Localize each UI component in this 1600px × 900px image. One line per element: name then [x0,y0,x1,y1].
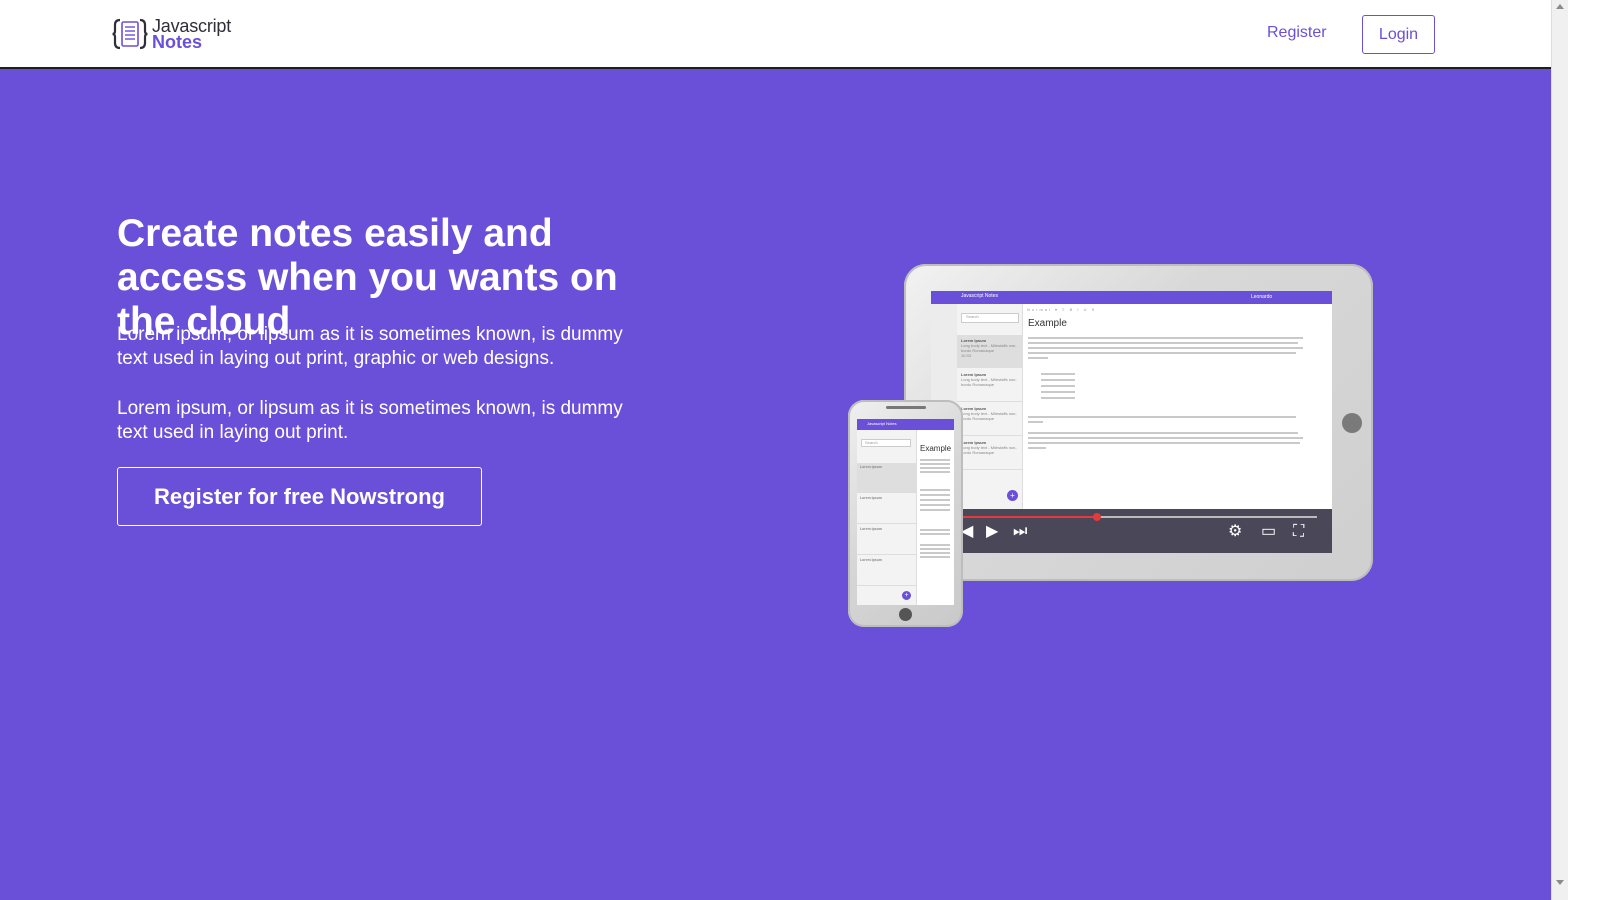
phone-note-title: Lorem Ipsum [860,496,882,500]
skip-forward-icon: ⏭ [1013,523,1028,540]
bullet-line [1041,373,1075,375]
bullet-line [1041,397,1075,399]
tablet-app-brand: Javascript Notes [961,293,998,299]
site-header: Javascript Notes Register Login [0,0,1551,69]
text-line [1028,447,1046,449]
tablet-screen: Javascript Notes Leonardo Search Lorem I… [931,291,1332,553]
page-scrollbar[interactable] [1551,0,1568,900]
phone-mockup: Javascript Notes Search Lorem Ipsum Lore… [848,400,963,627]
hero-paragraph-2: Lorem ipsum, or lipsum as it is sometime… [117,398,623,443]
hero-section: Create notes easily and access when you … [0,69,1551,900]
text-line [920,509,950,511]
text-line [1028,352,1296,354]
phone-note-item: Lorem Ipsum [857,463,917,493]
logo-line2: Notes [152,32,203,52]
logo-text: Javascript Notes [152,17,231,52]
phone-app-search: Search [861,439,911,447]
tablet-editor-toolbar: Normal ▾ ≡ B I U S [1027,307,1097,312]
phone-note-title: Lorem Ipsum [860,527,882,531]
video-progress-knob [1093,513,1101,521]
bullet-line [1041,379,1075,381]
text-line [1028,337,1303,339]
tablet-note-body: Long body text - Milestaffs non-bordo Ro… [961,445,1017,455]
phone-note-item: Lorem Ipsum [857,525,917,555]
login-button[interactable]: Login [1362,15,1435,54]
text-line [920,471,950,473]
text-line [920,494,950,496]
bullet-line [1041,391,1075,393]
tablet-note-item: Lorem Ipsum Long body text - Milestaffs … [957,335,1023,368]
theater-mode-icon: ▭ [1261,523,1277,540]
bullet-line [1041,385,1075,387]
tablet-editor-title: Example [1028,318,1067,329]
tablet-note-item: Lorem Ipsum Long body text - Milestaffs … [957,403,1023,436]
text-line [920,504,950,506]
phone-note-item: Lorem Ipsum [857,494,917,524]
text-line [1028,432,1298,434]
text-line [1028,357,1048,359]
tablet-add-note-icon: + [1007,490,1018,501]
register-link[interactable]: Register [1267,24,1327,42]
text-line [920,548,950,550]
tablet-note-item: Lorem Ipsum Long body text - Milestaffs … [957,437,1023,470]
video-progress-fill [961,516,1096,518]
phone-add-note-icon: + [902,591,911,600]
tablet-camera [1342,413,1362,433]
tablet-note-body: Long body text - Milestaffs non-bordo Ro… [961,377,1017,387]
text-line [920,556,950,558]
tablet-app-search: Search [961,313,1019,323]
tablet-app-user: Leonardo [1251,294,1273,300]
phone-home-button [899,608,912,621]
text-line [1028,437,1303,439]
scroll-down-arrow-icon[interactable] [1556,880,1564,885]
logo[interactable]: Javascript Notes [112,16,231,52]
text-line [1028,347,1303,349]
text-line [920,533,950,535]
tablet-note-item: Lorem Ipsum Long body text - Milestaffs … [957,369,1023,402]
scroll-up-arrow-icon[interactable] [1556,4,1564,9]
text-line [1028,342,1298,344]
text-line [1028,442,1300,444]
phone-note-item: Lorem Ipsum [857,556,917,586]
hero-paragraph-1: Lorem ipsum, or lipsum as it is sometime… [117,324,623,369]
text-line [920,552,950,554]
text-line [920,499,950,501]
phone-editor-title: Example [920,444,952,453]
phone-app-brand: Javascript Notes [867,421,897,426]
phone-screen: Javascript Notes Search Lorem Ipsum Lore… [857,419,954,605]
phone-note-title: Lorem Ipsum [860,558,882,562]
phone-speaker [886,406,926,409]
tablet-mockup: Javascript Notes Leonardo Search Lorem I… [904,264,1373,581]
fullscreen-icon: ⛶ [1293,523,1305,540]
text-line [1028,416,1296,418]
play-icon: ▶ [986,523,999,540]
register-free-button[interactable]: Register for free Nowstrong [117,467,482,526]
tablet-note-time: 10:33 [961,353,972,358]
phone-note-title: Lorem Ipsum [860,465,882,469]
text-line [920,529,950,531]
tablet-note-body: Long body text - Milestaffs non-bordo Ro… [961,411,1017,421]
text-line [920,459,950,461]
text-line [920,463,950,465]
video-player-bar: ◀ ▶ ⏭ ⚙ ▭ ⛶ [931,509,1332,553]
text-line [1028,421,1043,423]
notes-braces-icon [112,16,148,52]
text-line [920,489,950,491]
gear-icon: ⚙ [1228,523,1243,540]
text-line [920,544,950,546]
tablet-note-body: Long body text - Milestaffs non-bordo Ro… [961,343,1017,353]
text-line [920,467,950,469]
video-progress-bar [961,513,1317,521]
